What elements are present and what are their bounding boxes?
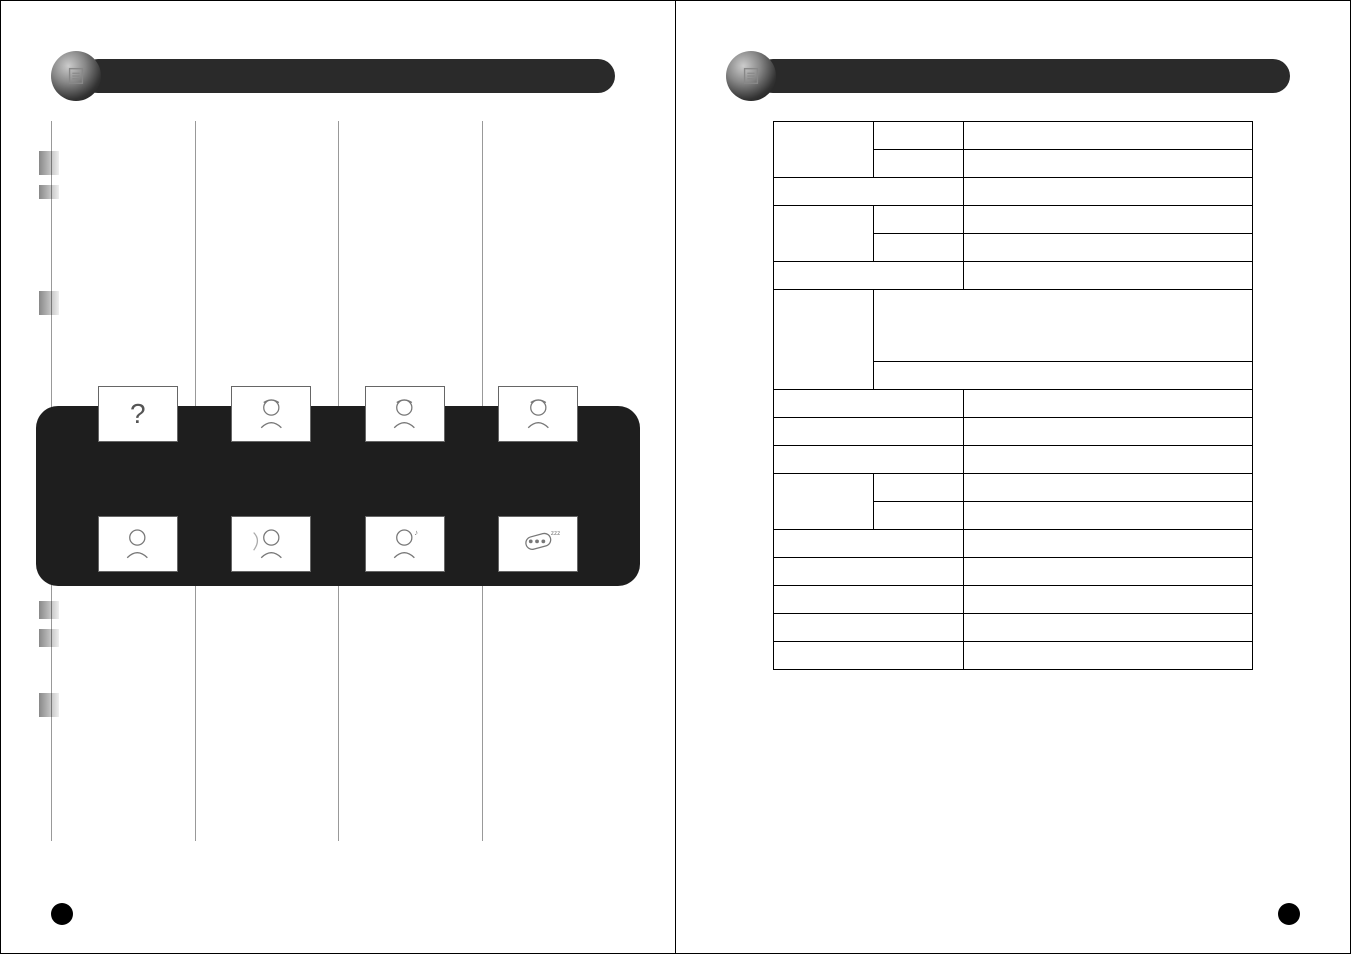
table-cell	[964, 530, 1253, 558]
question-mark-sketch: ?	[98, 386, 178, 442]
table-cell	[874, 234, 964, 262]
table-row	[774, 614, 1253, 642]
table-cell	[774, 586, 964, 614]
table-cell	[964, 502, 1253, 530]
person-sketch-4	[98, 516, 178, 572]
table-cell	[774, 122, 874, 178]
table-cell	[964, 474, 1253, 502]
table-row	[774, 530, 1253, 558]
document-spread: ?	[0, 0, 1351, 954]
document-icon	[740, 65, 762, 87]
header-bar-right	[726, 51, 1300, 101]
table-row	[774, 642, 1253, 670]
table-cell	[964, 446, 1253, 474]
page-number-right	[1278, 903, 1300, 925]
page-left: ?	[1, 1, 676, 953]
table-row	[774, 206, 1253, 234]
person-sketch-2	[365, 386, 445, 442]
table-cell	[774, 390, 964, 418]
person-sketch-6: ♪	[365, 516, 445, 572]
question-mark-icon: ?	[130, 398, 146, 430]
table-cell	[874, 362, 1253, 390]
table-cell	[774, 642, 964, 670]
table-cell	[964, 614, 1253, 642]
table-cell	[774, 418, 964, 446]
person-icon: ♪	[377, 525, 432, 563]
table-cell	[774, 262, 964, 290]
table-row	[774, 558, 1253, 586]
person-sketch-3	[498, 386, 578, 442]
table-row	[774, 390, 1253, 418]
table-cell	[964, 150, 1253, 178]
table-cell	[964, 390, 1253, 418]
table-cell	[874, 206, 964, 234]
document-icon	[65, 65, 87, 87]
table-row	[774, 178, 1253, 206]
page-right	[676, 1, 1350, 953]
table-cell	[964, 206, 1253, 234]
table-cell	[964, 558, 1253, 586]
page-number-left	[51, 903, 73, 925]
svg-text:♪: ♪	[415, 528, 419, 537]
person-icon	[244, 525, 299, 563]
table-row	[774, 262, 1253, 290]
person-icon	[511, 395, 566, 433]
sketches-row-top: ?	[51, 386, 625, 442]
table-cell	[774, 558, 964, 586]
table-cell	[964, 418, 1253, 446]
table-cell	[874, 150, 964, 178]
table-row	[774, 474, 1253, 502]
table-row	[774, 418, 1253, 446]
table-cell	[774, 206, 874, 262]
left-columns: ?	[51, 121, 625, 841]
phone-icon: zzz	[511, 525, 566, 563]
table-cell	[964, 642, 1253, 670]
table-cell	[774, 446, 964, 474]
table-cell	[774, 614, 964, 642]
table-cell	[874, 502, 964, 530]
table-row	[774, 586, 1253, 614]
table-cell	[874, 474, 964, 502]
person-icon	[377, 395, 432, 433]
table-cell	[874, 290, 1253, 362]
table-cell	[964, 122, 1253, 150]
header-icon-left	[51, 51, 101, 101]
table-cell	[964, 586, 1253, 614]
table-cell	[774, 178, 964, 206]
header-pill	[81, 59, 615, 93]
table-cell	[964, 234, 1253, 262]
table-row	[774, 446, 1253, 474]
table-row	[774, 290, 1253, 362]
person-sketch-1	[231, 386, 311, 442]
header-pill	[756, 59, 1290, 93]
table-cell	[964, 262, 1253, 290]
phone-sleep-sketch: zzz	[498, 516, 578, 572]
svg-text:zzz: zzz	[551, 530, 560, 537]
table-cell	[964, 178, 1253, 206]
header-icon-right	[726, 51, 776, 101]
person-sketch-5	[231, 516, 311, 572]
header-bar-left	[51, 51, 625, 101]
person-icon	[110, 525, 165, 563]
spec-table	[773, 121, 1253, 670]
sketches-row-bottom: ♪ zzz	[51, 516, 625, 572]
table-row	[774, 122, 1253, 150]
table-cell	[774, 530, 964, 558]
table-cell	[774, 290, 874, 390]
table-cell	[874, 122, 964, 150]
table-cell	[774, 474, 874, 530]
person-icon	[244, 395, 299, 433]
